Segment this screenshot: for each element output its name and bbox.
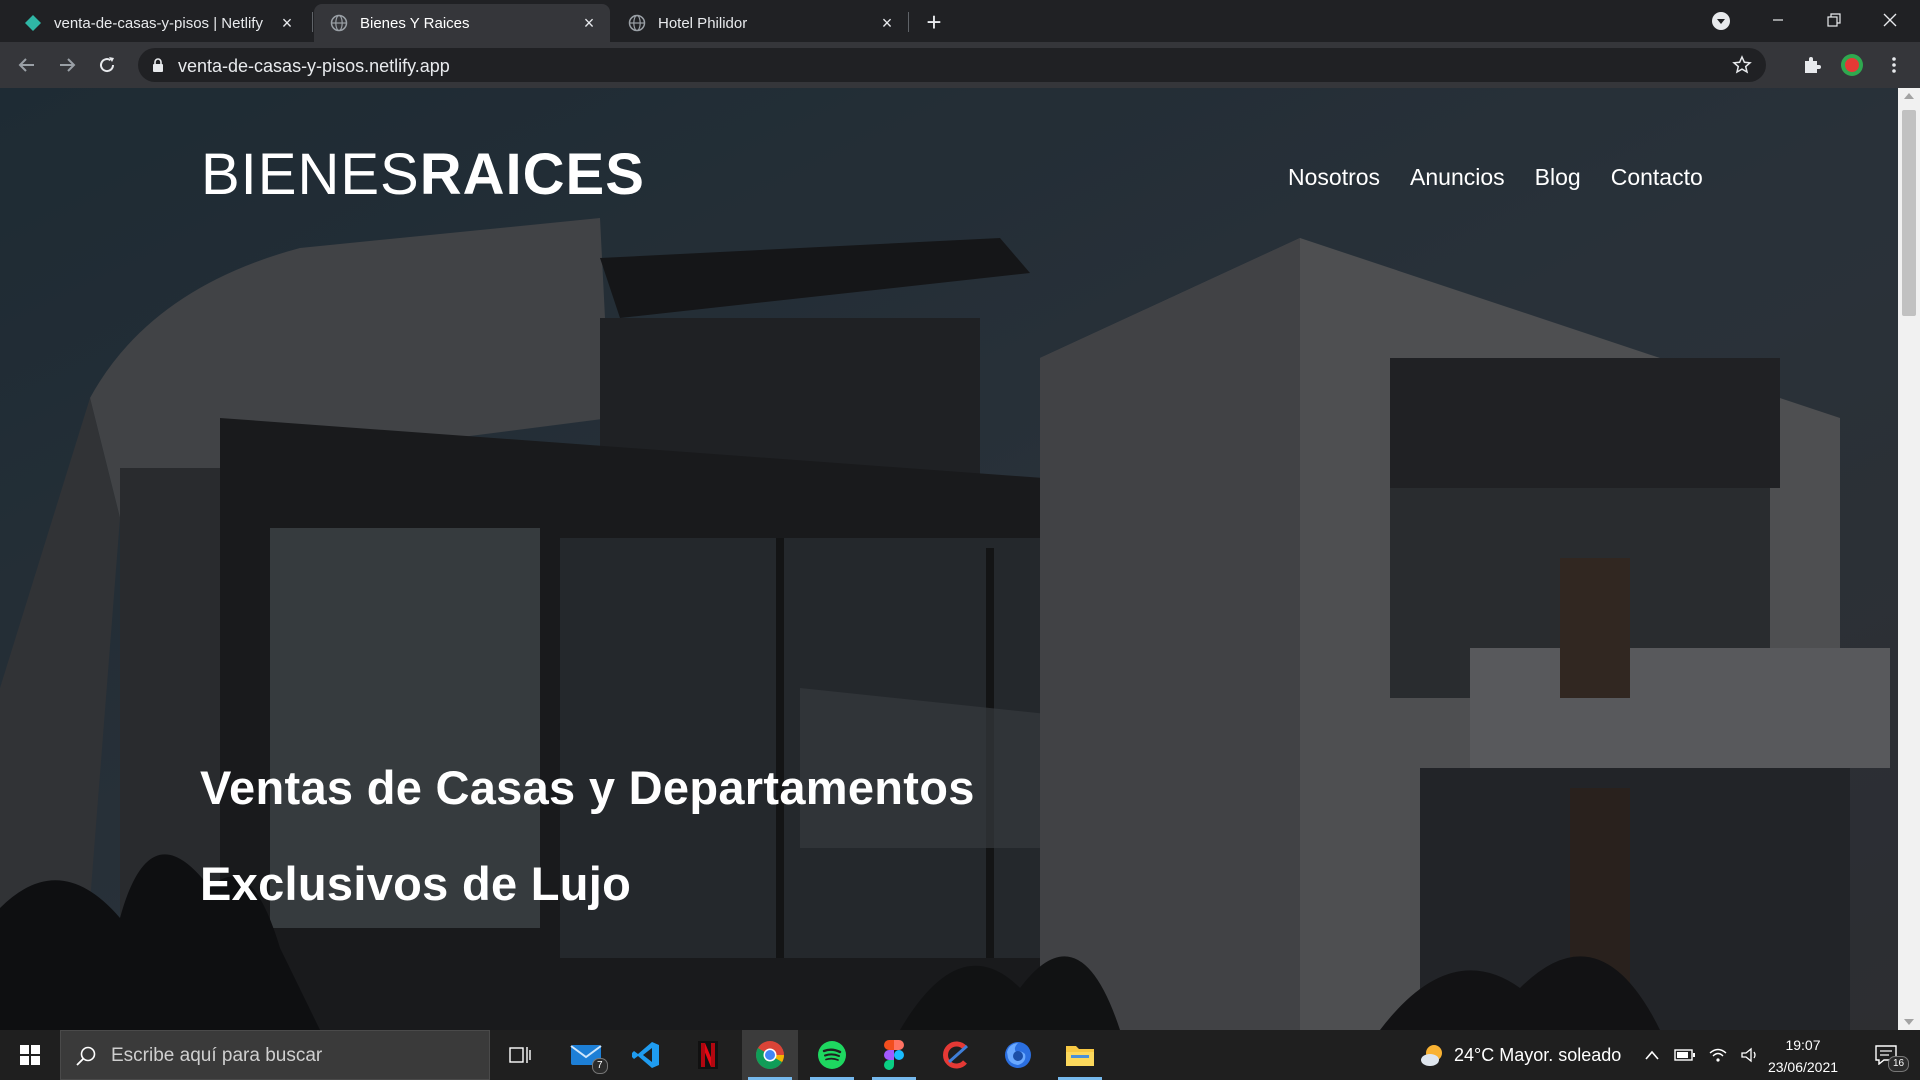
tab-search-icon[interactable] xyxy=(1710,10,1732,32)
puzzle-icon xyxy=(1805,57,1821,73)
windows-logo-icon xyxy=(20,1045,40,1065)
scroll-down-arrow-icon[interactable] xyxy=(1904,1019,1914,1025)
bookmark-star-icon[interactable] xyxy=(1732,55,1752,75)
scroll-up-arrow-icon[interactable] xyxy=(1904,93,1914,99)
nav-link-blog[interactable]: Blog xyxy=(1535,164,1581,191)
browser-toolbar: venta-de-casas-y-pisos.netlify.app xyxy=(0,42,1920,88)
taskbar-app-netflix[interactable] xyxy=(680,1030,736,1080)
address-bar[interactable]: venta-de-casas-y-pisos.netlify.app xyxy=(138,48,1766,82)
back-button[interactable] xyxy=(11,49,43,81)
browser-menu-button[interactable] xyxy=(1878,49,1910,81)
notification-count-badge: 16 xyxy=(1888,1056,1910,1072)
nav-link-anuncios[interactable]: Anuncios xyxy=(1410,164,1505,191)
hero-heading-line-2: Exclusivos de Lujo xyxy=(200,857,632,910)
main-navigation: Nosotros Anuncios Blog Contacto xyxy=(1288,164,1703,191)
forward-button[interactable] xyxy=(51,49,83,81)
taskbar-app-spotify[interactable] xyxy=(804,1030,860,1080)
taskbar-app-file-explorer[interactable] xyxy=(1052,1030,1108,1080)
scrollbar-thumb[interactable] xyxy=(1902,110,1916,316)
globe-icon xyxy=(330,14,348,32)
page-viewport: BIENESRAICES Nosotros Anuncios Blog Cont… xyxy=(0,88,1898,1030)
task-view-icon xyxy=(509,1047,531,1063)
firefox-icon xyxy=(1005,1042,1031,1068)
close-window-button[interactable] xyxy=(1862,0,1918,40)
lock-icon xyxy=(153,58,163,72)
taskbar-app-mail[interactable]: 7 xyxy=(558,1030,614,1080)
close-tab-icon[interactable]: × xyxy=(580,14,598,32)
taskbar-app-chrome[interactable] xyxy=(742,1030,798,1080)
netflix-icon xyxy=(698,1041,718,1069)
hero-heading-line-1: Ventas de Casas y Departamentos xyxy=(200,761,975,814)
tab-hotel-philidor[interactable]: Hotel Philidor × xyxy=(612,4,908,42)
tab-title: Bienes Y Raices xyxy=(360,14,470,32)
url-text: venta-de-casas-y-pisos.netlify.app xyxy=(178,56,450,76)
taskbar-app-vscode[interactable] xyxy=(618,1030,674,1080)
folder-icon xyxy=(1066,1046,1094,1066)
nav-link-nosotros[interactable]: Nosotros xyxy=(1288,164,1380,191)
start-button[interactable] xyxy=(0,1030,60,1080)
taskbar-app-ccleaner[interactable] xyxy=(928,1030,984,1080)
ccleaner-icon xyxy=(943,1041,968,1069)
globe-icon xyxy=(628,14,646,32)
page-scrollbar[interactable] xyxy=(1898,88,1920,1030)
windows-taskbar: Escribe aquí para buscar 7 24°C Mayor. s… xyxy=(0,1030,1920,1080)
tab-separator xyxy=(908,12,909,32)
taskbar-clock[interactable]: 19:07 23/06/2021 xyxy=(1760,1034,1846,1078)
logo-light-text: BIENES xyxy=(201,142,420,207)
close-icon xyxy=(1883,13,1897,27)
avatar xyxy=(1841,54,1863,76)
close-tab-icon[interactable]: × xyxy=(878,14,896,32)
tab-title: venta-de-casas-y-pisos | Netlify xyxy=(54,14,263,32)
tab-strip: venta-de-casas-y-pisos | Netlify × Biene… xyxy=(0,0,1920,42)
mail-badge: 7 xyxy=(592,1058,608,1074)
minimize-icon xyxy=(1773,19,1783,21)
taskbar-app-figma[interactable] xyxy=(866,1030,922,1080)
more-vertical-icon xyxy=(1892,57,1896,73)
close-tab-icon[interactable]: × xyxy=(278,14,296,32)
notification-center-button[interactable]: 16 xyxy=(1858,1030,1914,1080)
arrow-left-icon xyxy=(18,58,34,72)
chrome-icon xyxy=(756,1041,784,1069)
extensions-button[interactable] xyxy=(1796,49,1828,81)
search-placeholder: Escribe aquí para buscar xyxy=(111,1045,323,1066)
weather-widget[interactable]: 24°C Mayor. soleado xyxy=(1420,1030,1621,1080)
minimize-button[interactable] xyxy=(1750,0,1806,40)
wifi-icon[interactable] xyxy=(1708,1047,1728,1063)
tab-netlify[interactable]: venta-de-casas-y-pisos | Netlify × xyxy=(8,4,308,42)
profile-button[interactable] xyxy=(1836,49,1868,81)
restore-icon xyxy=(1827,13,1841,27)
weather-text: 24°C Mayor. soleado xyxy=(1454,1044,1622,1065)
clock-date: 23/06/2021 xyxy=(1767,1059,1839,1075)
task-view-button[interactable] xyxy=(492,1030,548,1080)
vscode-icon xyxy=(632,1042,659,1068)
spotify-icon xyxy=(818,1041,846,1069)
taskbar-app-firefox[interactable] xyxy=(990,1030,1046,1080)
weather-sun-cloud-icon xyxy=(1421,1045,1442,1066)
arrow-right-icon xyxy=(60,58,76,72)
tab-title: Hotel Philidor xyxy=(658,14,748,32)
tab-bienes-y-raices[interactable]: Bienes Y Raices × xyxy=(314,4,610,42)
figma-icon xyxy=(884,1040,904,1070)
taskbar-search-box[interactable]: Escribe aquí para buscar xyxy=(60,1030,490,1080)
system-tray xyxy=(1644,1030,1760,1080)
battery-icon[interactable] xyxy=(1674,1048,1696,1062)
site-logo[interactable]: BIENESRAICES xyxy=(201,140,645,210)
nav-link-contacto[interactable]: Contacto xyxy=(1611,164,1703,191)
logo-bold-text: RAICES xyxy=(419,142,645,207)
netlify-diamond-icon xyxy=(25,15,41,31)
reload-icon xyxy=(100,57,115,73)
new-tab-button[interactable]: + xyxy=(918,8,950,38)
chevron-up-icon[interactable] xyxy=(1644,1049,1660,1061)
reload-button[interactable] xyxy=(91,49,123,81)
clock-time: 19:07 xyxy=(1785,1037,1821,1053)
restore-button[interactable] xyxy=(1806,0,1862,40)
search-icon xyxy=(76,1046,96,1066)
tab-separator xyxy=(312,12,313,32)
volume-icon[interactable] xyxy=(1740,1047,1760,1063)
